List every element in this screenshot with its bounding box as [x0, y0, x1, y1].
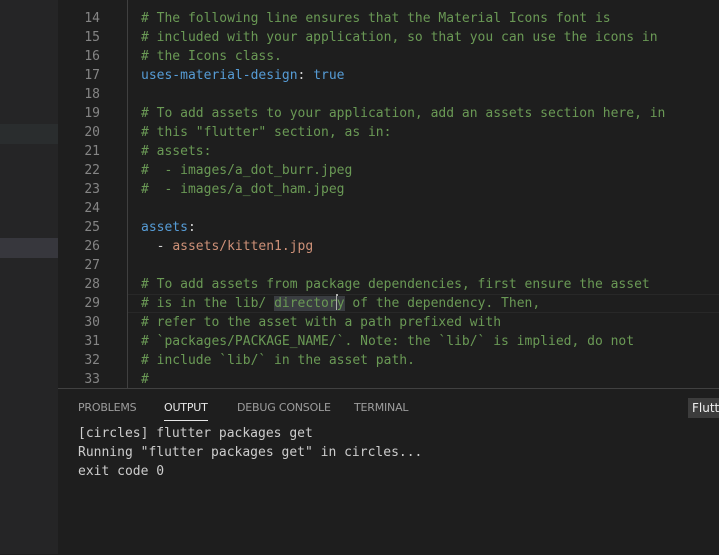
sidebar-hover-row[interactable]: [0, 124, 58, 144]
code-token: y: [336, 296, 345, 311]
line-number: 28: [84, 277, 100, 292]
code-line[interactable]: 32 # include `lib/` in the asset path.: [58, 351, 719, 370]
code-token: # included with your application, so tha…: [141, 30, 658, 45]
line-number: 29: [84, 296, 100, 311]
code-line[interactable]: 24: [58, 199, 719, 218]
code-token: #: [141, 372, 149, 387]
tab-debug-console[interactable]: DEBUG CONSOLE: [237, 401, 331, 414]
line-number: 20: [84, 125, 100, 140]
code-token: # this "flutter" section, as in:: [141, 125, 392, 140]
code-token: # include `lib/` in the asset path.: [141, 353, 415, 368]
bottom-panel: PROBLEMS OUTPUT DEBUG CONSOLE TERMINAL F…: [58, 388, 719, 555]
code-line[interactable]: 28 # To add assets from package dependenc…: [58, 275, 719, 294]
tab-terminal[interactable]: TERMINAL: [354, 401, 409, 414]
output-channel-select[interactable]: Flutt: [688, 398, 719, 418]
code-token: assets/kitten1.jpg: [172, 239, 314, 254]
tab-output[interactable]: OUTPUT: [164, 401, 208, 421]
line-code: # is in the lib/ directory of the depend…: [141, 294, 540, 313]
line-code: #: [141, 370, 149, 388]
code-token: -: [141, 239, 173, 254]
output-line: Running "flutter packages get" in circle…: [78, 445, 423, 460]
line-code: # include `lib/` in the asset path.: [141, 351, 415, 370]
line-code: uses-material-design: true: [141, 66, 345, 85]
line-number: 31: [84, 334, 100, 349]
code-token: # refer to the asset with a path prefixe…: [141, 315, 502, 330]
sidebar-selected-row[interactable]: [0, 238, 58, 258]
code-token: of the dependency. Then,: [344, 296, 541, 311]
line-code: # The following line ensures that the Ma…: [141, 9, 611, 28]
line-number: 18: [84, 87, 100, 102]
code-line[interactable]: 22 # - images/a_dot_burr.jpeg: [58, 161, 719, 180]
code-token: # the Icons class.: [141, 49, 282, 64]
line-number: 24: [84, 201, 100, 216]
code-line[interactable]: 18: [58, 85, 719, 104]
code-line[interactable]: 33 #: [58, 370, 719, 388]
line-code: # refer to the asset with a path prefixe…: [141, 313, 501, 332]
line-code: # To add assets to your application, add…: [141, 104, 665, 123]
code-token: assets: [141, 220, 188, 235]
explorer-sidebar: [0, 0, 58, 554]
code-token: # - images/a_dot_burr.jpeg: [141, 163, 353, 178]
code-token: # To add assets to your application, add…: [141, 106, 666, 121]
tab-problems[interactable]: PROBLEMS: [78, 401, 137, 414]
line-code: # To add assets from package dependencie…: [141, 275, 650, 294]
line-number: 21: [84, 144, 100, 159]
code-token: # To add assets from package dependencie…: [141, 277, 650, 292]
code-line[interactable]: 27: [58, 256, 719, 275]
code-token: # assets:: [141, 144, 212, 159]
code-line[interactable]: 17 uses-material-design: true: [58, 66, 719, 85]
line-number: 23: [84, 182, 100, 197]
code-token: :: [187, 220, 196, 235]
line-code: # `packages/PACKAGE_NAME/`. Note: the `l…: [141, 332, 634, 351]
code-token: true: [313, 68, 345, 83]
line-number: 22: [84, 163, 100, 178]
panel-tabs: PROBLEMS OUTPUT DEBUG CONSOLE TERMINAL F…: [58, 389, 719, 429]
line-number: 19: [84, 106, 100, 121]
code-line[interactable]: 16 # the Icons class.: [58, 47, 719, 66]
line-code: # included with your application, so tha…: [141, 28, 658, 47]
output-line: exit code 0: [78, 464, 165, 479]
code-token: # is in the lib/: [141, 296, 275, 311]
code-line[interactable]: 19 # To add assets to your application, a…: [58, 104, 719, 123]
line-number: 14: [84, 11, 100, 26]
line-code: assets:: [141, 218, 196, 237]
code-token: :: [297, 68, 314, 83]
output-log: [circles] flutter packages get Running "f…: [78, 424, 422, 481]
line-number: 17: [84, 68, 100, 83]
code-line[interactable]: 23 # - images/a_dot_ham.jpeg: [58, 180, 719, 199]
code-line[interactable]: 20 # this "flutter" section, as in:: [58, 123, 719, 142]
line-code: # - images/a_dot_ham.jpeg: [141, 180, 345, 199]
code-line[interactable]: 31 # `packages/PACKAGE_NAME/`. Note: the …: [58, 332, 719, 351]
line-number: 27: [84, 258, 100, 273]
line-code: # - images/a_dot_burr.jpeg: [141, 161, 352, 180]
line-number: 33: [84, 372, 100, 387]
code-editor[interactable]: 14 # The following line ensures that the …: [58, 0, 719, 388]
output-line: [circles] flutter packages get: [78, 426, 313, 441]
code-line[interactable]: 21 # assets:: [58, 142, 719, 161]
code-line[interactable]: 30 # refer to the asset with a path prefi…: [58, 313, 719, 332]
code-line[interactable]: 25 assets:: [58, 218, 719, 237]
line-number: 25: [84, 220, 100, 235]
code-token: director: [274, 296, 337, 311]
code-line[interactable]: 14 # The following line ensures that the …: [58, 9, 719, 28]
line-code: # assets:: [141, 142, 211, 161]
line-code: # this "flutter" section, as in:: [141, 123, 391, 142]
code-token: uses-material-design: [141, 68, 298, 83]
line-code: - assets/kitten1.jpg: [141, 237, 314, 256]
line-number: 16: [84, 49, 100, 64]
code-token: # `packages/PACKAGE_NAME/`. Note: the `l…: [141, 334, 635, 349]
code-token: # The following line ensures that the Ma…: [141, 11, 611, 26]
line-code: # the Icons class.: [141, 47, 282, 66]
line-number: 32: [84, 353, 100, 368]
line-number: 15: [84, 30, 100, 45]
line-number: 26: [84, 239, 100, 254]
code-token: # - images/a_dot_ham.jpeg: [141, 182, 345, 197]
code-line[interactable]: 26 - assets/kitten1.jpg: [58, 237, 719, 256]
line-number: 30: [84, 315, 100, 330]
code-line[interactable]: 15 # included with your application, so t…: [58, 28, 719, 47]
code-line[interactable]: 29 # is in the lib/ directory of the depe…: [58, 294, 719, 313]
